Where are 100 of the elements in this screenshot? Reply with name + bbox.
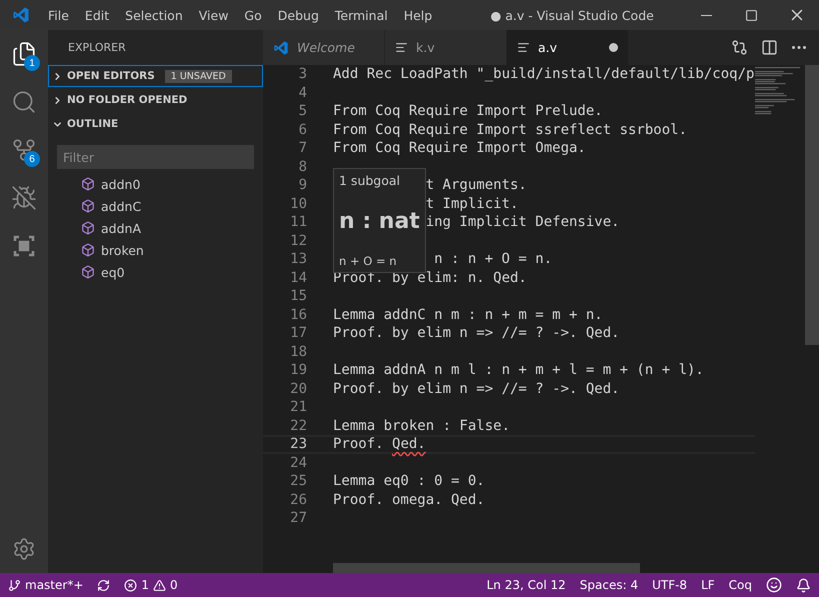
line-number: 22 xyxy=(289,418,307,434)
menu-item[interactable]: Debug xyxy=(270,8,327,22)
line-number: 15 xyxy=(289,288,307,304)
line-number: 25 xyxy=(289,473,307,490)
code-line: ing Implicit Defensive. xyxy=(426,214,620,230)
code-line: Lemma addnA n m l : n + m + l = m + (n + l). xyxy=(333,362,704,378)
bell-icon[interactable] xyxy=(796,578,811,592)
editor-tab[interactable]: Welcome xyxy=(263,30,385,65)
editor-tab[interactable]: k.v xyxy=(385,30,507,65)
branch-status[interactable]: master*+ xyxy=(8,578,84,592)
count-badge: 1 xyxy=(24,55,40,71)
code-line: Lemma addnC n m : n + m = m + n. xyxy=(333,306,603,323)
code-line: From Coq Require Import Omega. xyxy=(333,140,586,156)
file-lines-icon xyxy=(395,41,408,54)
line-number: 24 xyxy=(289,454,307,471)
smiley-icon[interactable] xyxy=(766,577,782,593)
line-number: 26 xyxy=(289,492,307,508)
code-line: From Coq Require Import ssreflect ssrbool. xyxy=(333,122,688,138)
sidebar-title: EXPLORER xyxy=(67,40,127,56)
line-number: 13 xyxy=(289,251,307,268)
line-number: 16 xyxy=(289,306,307,323)
search-icon xyxy=(11,89,37,115)
outline-item[interactable]: addn0 xyxy=(48,173,263,195)
minimize-icon xyxy=(701,14,712,16)
subgoal-count: 1 subgoal xyxy=(339,173,402,188)
line-number: 11 xyxy=(289,214,307,230)
code-line: Proof. Qed. xyxy=(333,436,426,452)
status-item[interactable]: UTF-8 xyxy=(652,578,688,592)
split-icon xyxy=(760,39,778,56)
vscode-logo-icon xyxy=(273,40,289,56)
file-lines-icon xyxy=(517,41,530,54)
cube-icon xyxy=(81,243,95,257)
menu-item[interactable]: Terminal xyxy=(326,8,396,22)
menu-item[interactable]: Edit xyxy=(76,8,118,22)
line-number: 6 xyxy=(298,122,307,138)
menu-item[interactable]: File xyxy=(40,8,77,22)
warning-count: 0 xyxy=(170,578,178,592)
outline-item[interactable]: addnA xyxy=(48,217,263,239)
status-item[interactable]: Spaces: 4 xyxy=(580,578,638,592)
line-number: 17 xyxy=(289,325,307,342)
code-line: Proof. omega. Qed. xyxy=(333,492,485,508)
settings-icon xyxy=(12,537,36,561)
section-header[interactable]: OPEN EDITORS 1 UNSAVED xyxy=(48,65,263,87)
outline-item[interactable]: broken xyxy=(48,239,263,261)
line-number: 8 xyxy=(298,158,307,175)
unsaved-badge: 1 UNSAVED xyxy=(164,70,232,82)
code-line: t Arguments. xyxy=(426,177,527,194)
cube-icon xyxy=(81,177,95,191)
menu-item[interactable]: Go xyxy=(236,8,270,22)
branch-icon xyxy=(8,578,21,592)
extensions-icon xyxy=(12,234,36,258)
warning-icon xyxy=(153,578,166,592)
count-badge: 6 xyxy=(24,151,40,167)
line-number: 4 xyxy=(298,84,307,101)
vscode-logo-icon xyxy=(12,6,30,24)
horizontal-scrollbar[interactable] xyxy=(333,563,640,573)
window-title: ● a.v - Visual Studio Code xyxy=(489,8,655,22)
cube-icon xyxy=(81,199,95,213)
cube-icon xyxy=(81,265,95,279)
problems-status[interactable]: 1 0 xyxy=(124,578,178,592)
line-number: 19 xyxy=(289,362,307,378)
branch-name: master*+ xyxy=(25,578,84,592)
code-line: Lemma broken : False. xyxy=(333,418,510,434)
branch-icon xyxy=(11,137,37,163)
menu-item[interactable]: View xyxy=(190,8,236,22)
error-count: 1 xyxy=(141,578,150,592)
line-number: 5 xyxy=(298,103,307,120)
line-number: 18 xyxy=(289,344,307,360)
menu-item[interactable]: Help xyxy=(396,8,440,22)
sync-icon[interactable] xyxy=(97,578,110,592)
files-icon xyxy=(11,41,37,67)
outline-item[interactable]: addnC xyxy=(48,195,263,217)
compare-icon xyxy=(730,39,748,56)
status-item[interactable]: Ln 23, Col 12 xyxy=(486,578,566,592)
cube-icon xyxy=(81,221,95,235)
activity-bar-button[interactable]: 1 xyxy=(0,30,48,78)
line-number: 12 xyxy=(289,232,307,249)
line-number: 23 xyxy=(289,436,307,452)
hypothesis-text: n : nat xyxy=(339,208,420,234)
code-line: Add Rec LoadPath "_build/install/default/lib/coq/p xyxy=(333,66,754,82)
filter-field[interactable]: Filter xyxy=(57,145,254,169)
vertical-scrollbar[interactable] xyxy=(805,65,819,345)
line-number: 3 xyxy=(298,66,307,82)
line-number: 14 xyxy=(289,270,307,286)
goal-text: n + O = n xyxy=(339,254,398,268)
line-number: 21 xyxy=(289,399,307,416)
line-number: 9 xyxy=(298,177,307,194)
line-number: 20 xyxy=(289,380,307,397)
code-line: From Coq Require Import Prelude. xyxy=(333,103,603,120)
status-item[interactable]: Coq xyxy=(728,578,752,592)
status-item[interactable]: LF xyxy=(701,578,715,592)
activity-bar-button[interactable]: 6 xyxy=(0,126,48,174)
code-line: t Implicit. xyxy=(426,196,518,212)
editor-tab[interactable]: a.v xyxy=(507,30,629,65)
menu-item[interactable]: Selection xyxy=(117,8,191,22)
line-number: 10 xyxy=(289,196,307,212)
outline-item[interactable]: eq0 xyxy=(48,261,263,283)
code-line: Lemma eq0 : 0 = 0. xyxy=(333,473,485,490)
code-line: Proof. by elim n => //= ? ->. Qed. xyxy=(333,325,620,342)
code-line: Proof. by elim n => //= ? ->. Qed. xyxy=(333,380,620,397)
